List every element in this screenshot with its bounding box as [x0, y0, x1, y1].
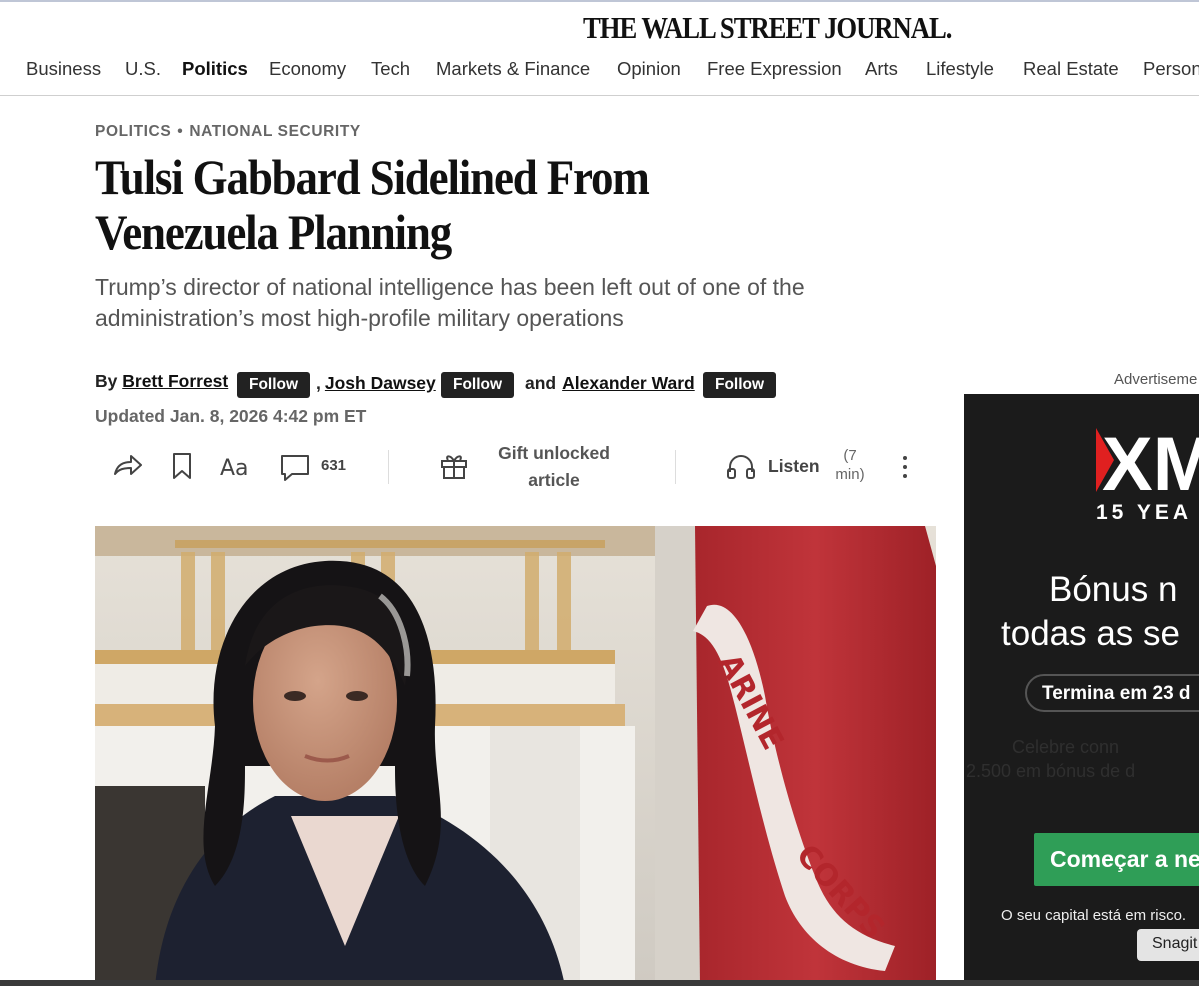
author-link-alexander-ward[interactable]: Alexander Ward: [562, 373, 695, 393]
nav-free-expression[interactable]: Free Expression: [707, 58, 842, 80]
comment-icon[interactable]: [280, 453, 310, 483]
listen-button[interactable]: Listen: [768, 456, 820, 477]
photo-illustration: ARINE CORPS: [95, 526, 936, 986]
toolbar-divider: [675, 450, 676, 484]
masthead: THE WALL STREET JOURNAL.: [0, 0, 1199, 48]
xm-logo-text: XM: [1102, 424, 1199, 496]
byline-comma: ,: [316, 373, 321, 393]
byline-second-author: , Josh Dawsey: [316, 373, 436, 394]
ad-risk-disclaimer: O seu capital está em risco.: [1001, 907, 1187, 924]
kicker-section[interactable]: POLITICS: [95, 123, 171, 140]
byline: By Brett Forrest: [95, 371, 228, 392]
ad-headline-line1: Bónus n: [1049, 570, 1178, 609]
nav-economy[interactable]: Economy: [269, 58, 346, 80]
ad-cta-button[interactable]: Começar a ne: [1034, 833, 1199, 886]
gift-icon[interactable]: [440, 452, 468, 480]
ad-headline-line2: todas as se: [1001, 614, 1180, 653]
svg-text:Aa: Aa: [220, 456, 249, 480]
snagit-tab[interactable]: Snagit: [1137, 929, 1199, 961]
ad-faint-text: Celebre conn: [1012, 737, 1120, 757]
advertisement-label: Advertiseme: [1114, 371, 1198, 388]
comment-count[interactable]: 631: [321, 457, 346, 474]
headphones-icon[interactable]: [726, 452, 756, 480]
nav-opinion[interactable]: Opinion: [617, 58, 681, 80]
article-dek: Trump’s director of national intelligenc…: [95, 274, 805, 331]
text-size-icon[interactable]: Aa: [219, 452, 255, 480]
author-link-josh-dawsey[interactable]: Josh Dawsey: [325, 373, 436, 393]
article-headline: Tulsi Gabbard Sidelined From Venezuela P…: [95, 149, 650, 260]
follow-josh-dawsey-button[interactable]: Follow: [441, 372, 515, 398]
kicker-dot: •: [177, 123, 184, 140]
kicker-topic[interactable]: NATIONAL SECURITY: [189, 123, 361, 140]
nav-business[interactable]: Business: [26, 58, 101, 80]
nav-politics[interactable]: Politics: [182, 58, 248, 80]
article-timestamp: Updated Jan. 8, 2026 4:42 pm ET: [95, 406, 367, 426]
advertisement-panel[interactable]: XM 15 YEA Bónus n todas as se Termina em…: [964, 394, 1199, 986]
toolbar-divider: [388, 450, 389, 484]
bookmark-icon[interactable]: [171, 452, 193, 480]
follow-alexander-ward-button[interactable]: Follow: [703, 372, 777, 398]
byline-third-author: and Alexander Ward: [525, 373, 695, 394]
xm-logo: XM: [1096, 424, 1199, 496]
listen-duration: (7 min): [835, 447, 865, 483]
author-link-brett-forrest[interactable]: Brett Forrest: [122, 371, 228, 391]
more-icon[interactable]: [898, 455, 912, 481]
section-nav: Business U.S. Politics Economy Tech Mark…: [0, 56, 1199, 96]
gift-article-button[interactable]: Gift unlocked article: [490, 440, 618, 494]
ad-countdown-pill: Termina em 23 d: [1025, 674, 1199, 712]
nav-lifestyle[interactable]: Lifestyle: [926, 58, 994, 80]
share-icon[interactable]: [112, 452, 144, 480]
byline-and: and: [525, 373, 557, 393]
byline-by: By: [95, 371, 118, 391]
nav-us[interactable]: U.S.: [125, 58, 161, 80]
wsj-logo[interactable]: THE WALL STREET JOURNAL.: [583, 10, 952, 46]
nav-tech[interactable]: Tech: [371, 58, 410, 80]
article-lead-photo: ARINE CORPS: [95, 526, 936, 986]
ad-faint-text: 2.500 em bónus de d: [966, 761, 1136, 781]
nav-personal-finance[interactable]: Person: [1143, 58, 1199, 80]
nav-markets-finance[interactable]: Markets & Finance: [436, 58, 590, 80]
nav-real-estate[interactable]: Real Estate: [1023, 58, 1119, 80]
window-bottom-edge: [0, 980, 1199, 986]
nav-arts[interactable]: Arts: [865, 58, 898, 80]
article-kicker: POLITICS • NATIONAL SECURITY: [95, 123, 361, 141]
ad-years: 15 YEA: [1096, 501, 1192, 524]
follow-brett-forrest-button[interactable]: Follow: [237, 372, 311, 398]
